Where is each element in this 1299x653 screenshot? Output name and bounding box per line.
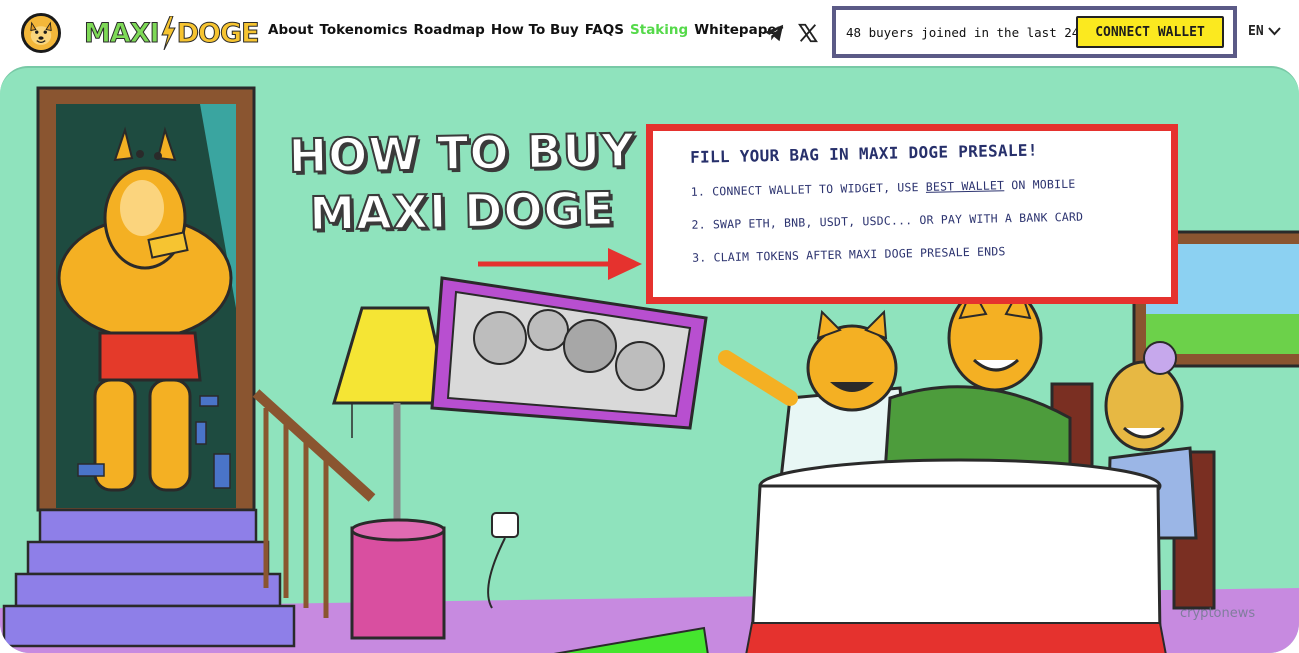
nav-link-about[interactable]: About [268,22,313,38]
step-1-suffix: ON MOBILE [1004,176,1076,193]
best-wallet-link[interactable]: BEST WALLET [926,178,1005,194]
language-label: EN [1248,24,1264,39]
main-nav: About Tokenomics Roadmap How To Buy FAQS… [268,22,783,38]
nav-link-staking[interactable]: Staking [630,22,688,38]
nav-link-how-to-buy[interactable]: How To Buy [491,22,579,38]
chevron-down-icon [1267,27,1281,36]
nav-link-faqs[interactable]: FAQS [585,22,624,38]
language-selector[interactable]: EN [1248,24,1281,39]
logo-word-maxi: MAXI [84,17,161,49]
presale-card-title: FILL YOUR BAG IN MAXI DOGE PRESALE! [689,140,1038,167]
presale-instructions-card: FILL YOUR BAG IN MAXI DOGE PRESALE! 1. C… [646,124,1178,304]
x-icon[interactable] [797,22,819,44]
title-line-2: MAXI DOGE [308,180,616,241]
step-1-prefix: 1. CONNECT WALLET TO WIDGET, USE [690,179,926,199]
site-header: MAXI DOGE About Tokenomics Roadmap How T… [0,0,1299,66]
telegram-icon[interactable] [763,22,785,44]
title-line-1: HOW TO BUY [287,122,636,184]
doge-coin-logo-icon[interactable] [21,13,61,53]
dining-table-illustration [745,458,1167,653]
lightning-bolt-icon [160,16,176,50]
wallet-widget: 48 buyers joined in the last 24 hours CO… [832,6,1237,58]
nav-link-tokenomics[interactable]: Tokenomics [319,22,407,38]
nav-link-roadmap[interactable]: Roadmap [414,22,485,38]
step-1: 1. CONNECT WALLET TO WIDGET, USE BEST WA… [691,175,1151,199]
doorway-illustration [36,86,256,512]
red-arrow-head-icon [608,248,642,280]
step-3: 3. CLAIM TOKENS AFTER MAXI DOGE PRESALE … [692,244,1006,265]
cryptonews-watermark: cryptonews [1180,606,1256,621]
how-to-buy-title: HOW TO BUY MAXI DOGE [282,122,642,242]
maxi-doge-wordmark[interactable]: MAXI DOGE [84,14,260,52]
step-2: 2. SWAP ETH, BNB, USDT, USDC... OR PAY W… [691,209,1084,232]
connect-wallet-button[interactable]: CONNECT WALLET [1076,16,1224,48]
how-to-buy-hero: HOW TO BUY MAXI DOGE FILL YOUR BAG IN MA… [0,66,1299,653]
logo-word-doge: DOGE [176,17,260,49]
